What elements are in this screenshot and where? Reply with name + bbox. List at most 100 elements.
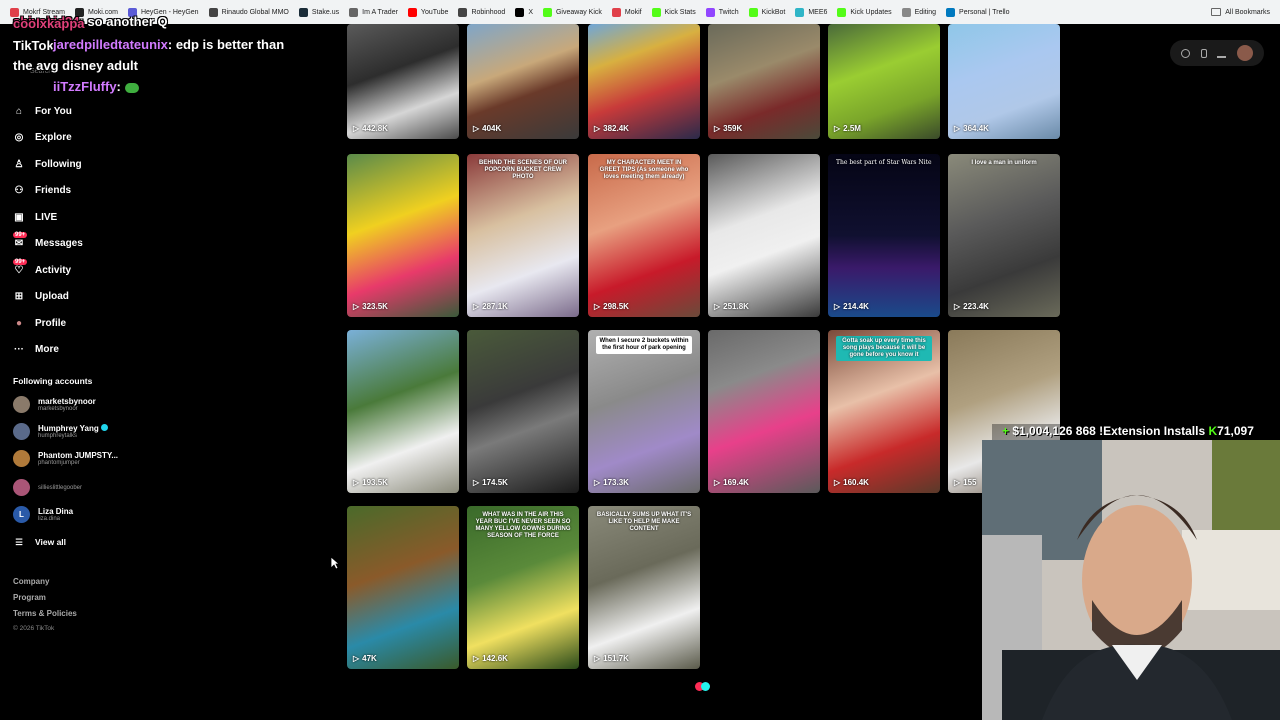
footer-link[interactable]: Terms & Policies: [13, 609, 77, 618]
video-views: ▷ 382.4K: [594, 124, 629, 133]
view-all-button[interactable]: ☰ View all: [13, 536, 66, 548]
video-tile[interactable]: ▷ 382.4K: [588, 24, 700, 139]
video-views: ▷ 442.8K: [353, 124, 388, 133]
bookmark-item[interactable]: Twitch: [705, 7, 739, 17]
following-account[interactable]: marketsbynoor marketsbynoor: [13, 396, 96, 413]
ticker-plus-icon: +: [1002, 424, 1010, 438]
nav-label: For You: [35, 105, 72, 117]
view-count: 382.4K: [603, 124, 629, 133]
video-tile[interactable]: ▷ 169.4K: [708, 330, 820, 493]
bookmarks-bar: Mokrf Stream Moki.com HeyGen - HeyGen Rinau…: [0, 0, 1280, 24]
footer-link[interactable]: Program: [13, 593, 46, 602]
nav-item-explore[interactable]: ◎ Explore: [13, 131, 72, 143]
bookmark-favicon-icon: [901, 7, 911, 17]
play-icon: ▷: [834, 302, 841, 311]
following-account[interactable]: Phantom JUMPSTY... phantomjumper: [13, 450, 118, 467]
nav-item-live[interactable]: ▣ LIVE: [13, 211, 57, 223]
play-icon: ▷: [594, 654, 601, 663]
bookmark-item[interactable]: MEE6: [795, 7, 827, 17]
video-tile[interactable]: ▷ 359K: [708, 24, 820, 139]
view-count: 173.3K: [603, 478, 629, 487]
nav-item-for-you[interactable]: ⌂ For You: [13, 105, 72, 117]
bookmark-favicon-icon: [349, 7, 359, 17]
following-account[interactable]: sillieslittlegoober: [13, 479, 82, 496]
video-tile[interactable]: WHAT WAS IN THE AIR THIS YEAR BUC I'VE N…: [467, 506, 579, 669]
video-tile[interactable]: I love a man in uniform ▷ 223.4K: [948, 154, 1060, 317]
bookmark-item[interactable]: YouTube: [407, 7, 448, 17]
play-icon: ▷: [594, 124, 601, 133]
video-tile[interactable]: The best part of Star Wars Nite ▷ 214.4K: [828, 154, 940, 317]
following-account[interactable]: Humphrey Yang humphreytalks: [13, 423, 108, 440]
bookmark-item[interactable]: Kick Stats: [651, 7, 696, 17]
video-tile[interactable]: BEHIND THE SCENES OF OUR POPCORN BUCKET …: [467, 154, 579, 317]
nav-label: Messages: [35, 237, 83, 249]
bookmark-item[interactable]: Editing: [901, 7, 936, 17]
video-tile[interactable]: ▷ 251.8K: [708, 154, 820, 317]
nav-item-upload[interactable]: ⊞ Upload: [13, 290, 69, 302]
bookmark-item[interactable]: Rinaudo Global MMO: [208, 7, 289, 17]
bookmark-favicon-icon: [458, 7, 468, 17]
play-icon: ▷: [353, 654, 360, 663]
video-tile[interactable]: ▷ 2.5M: [828, 24, 940, 139]
play-icon: ▷: [353, 124, 360, 133]
video-caption: When I secure 2 buckets within the first…: [596, 336, 692, 354]
bookmark-favicon-icon: [946, 7, 956, 17]
ticker-installs: 868 !Extension Installs: [1075, 424, 1206, 438]
bookmark-item[interactable]: Stake.us: [298, 7, 340, 17]
nav-item-friends[interactable]: ⚇ Friends: [13, 184, 72, 196]
chat-text: the avg disney adult: [13, 58, 138, 73]
video-tile[interactable]: MY CHARACTER MEET IN GREET TIPS (As some…: [588, 154, 700, 317]
bookmark-item[interactable]: Personal | Trello: [946, 7, 1010, 17]
bookmark-item[interactable]: X: [515, 7, 533, 17]
video-tile[interactable]: ▷ 404K: [467, 24, 579, 139]
folder-icon: [1211, 8, 1222, 16]
coin-icon[interactable]: [1181, 48, 1191, 58]
bookmark-item[interactable]: Giveaway Kick: [542, 7, 602, 17]
bookmark-label: Stake.us: [311, 8, 340, 16]
video-tile[interactable]: Gotta soak up every time this song plays…: [828, 330, 940, 493]
download-icon[interactable]: [1217, 49, 1227, 58]
loader-dot-icon: [701, 682, 710, 691]
video-caption: I love a man in uniform: [971, 160, 1037, 166]
video-tile[interactable]: ▷ 364.4K: [948, 24, 1060, 139]
video-views: ▷ 251.8K: [714, 302, 749, 311]
nav-item-messages[interactable]: ✉ 99+ Messages: [13, 232, 83, 249]
view-count: 359K: [723, 124, 743, 133]
nav-item-activity[interactable]: ♡ 99+ Activity: [13, 259, 71, 276]
nav-item-more[interactable]: ··· More: [13, 343, 59, 355]
all-bookmarks-button[interactable]: All Bookmarks: [1211, 0, 1270, 24]
nav-item-following[interactable]: ♙ Following: [13, 158, 82, 170]
avatar: [13, 479, 30, 496]
avatar[interactable]: [1236, 45, 1253, 61]
video-tile[interactable]: ▷ 323.5K: [347, 154, 459, 317]
play-icon: ▷: [954, 124, 961, 133]
all-bookmarks-label: All Bookmarks: [1225, 8, 1270, 16]
bookmark-item[interactable]: Robinhood: [458, 7, 505, 17]
nav-label: Profile: [35, 317, 67, 329]
bookmark-item[interactable]: Im A Trader: [349, 7, 398, 17]
video-tile[interactable]: ▷ 193.5K: [347, 330, 459, 493]
following-account[interactable]: L Liza Dina liza.dina: [13, 506, 73, 523]
profile-icon: ●: [15, 317, 23, 329]
video-tile[interactable]: ▷ 442.8K: [347, 24, 459, 139]
video-views: ▷ 151.7K: [594, 654, 629, 663]
nav-item-profile[interactable]: ● Profile: [13, 317, 66, 329]
video-tile[interactable]: BASICALLY SUMS UP WHAT IT'S LIKE TO HELP…: [588, 506, 700, 669]
bookmark-item[interactable]: Kick Updates: [837, 7, 892, 17]
ticker-end: 71,097: [1217, 424, 1254, 438]
account-name: Humphrey Yang: [38, 424, 99, 433]
bookmark-favicon-icon: [298, 7, 308, 17]
copyright: © 2026 TikTok: [13, 625, 55, 632]
bookmark-label: Mokif: [624, 8, 642, 16]
video-views: ▷ 214.4K: [834, 302, 869, 311]
video-tile[interactable]: When I secure 2 buckets within the first…: [588, 330, 700, 493]
phone-icon[interactable]: [1200, 48, 1207, 58]
video-tile[interactable]: ▷ 47K: [347, 506, 459, 669]
nav-label: More: [35, 343, 59, 355]
bookmark-item[interactable]: Mokif: [611, 7, 642, 17]
footer-link[interactable]: Company: [13, 577, 49, 586]
bookmark-item[interactable]: KickBot: [748, 7, 785, 17]
account-name: marketsbynoor: [38, 397, 96, 406]
messages-icon: ✉ 99+: [13, 232, 28, 249]
video-tile[interactable]: ▷ 174.5K: [467, 330, 579, 493]
